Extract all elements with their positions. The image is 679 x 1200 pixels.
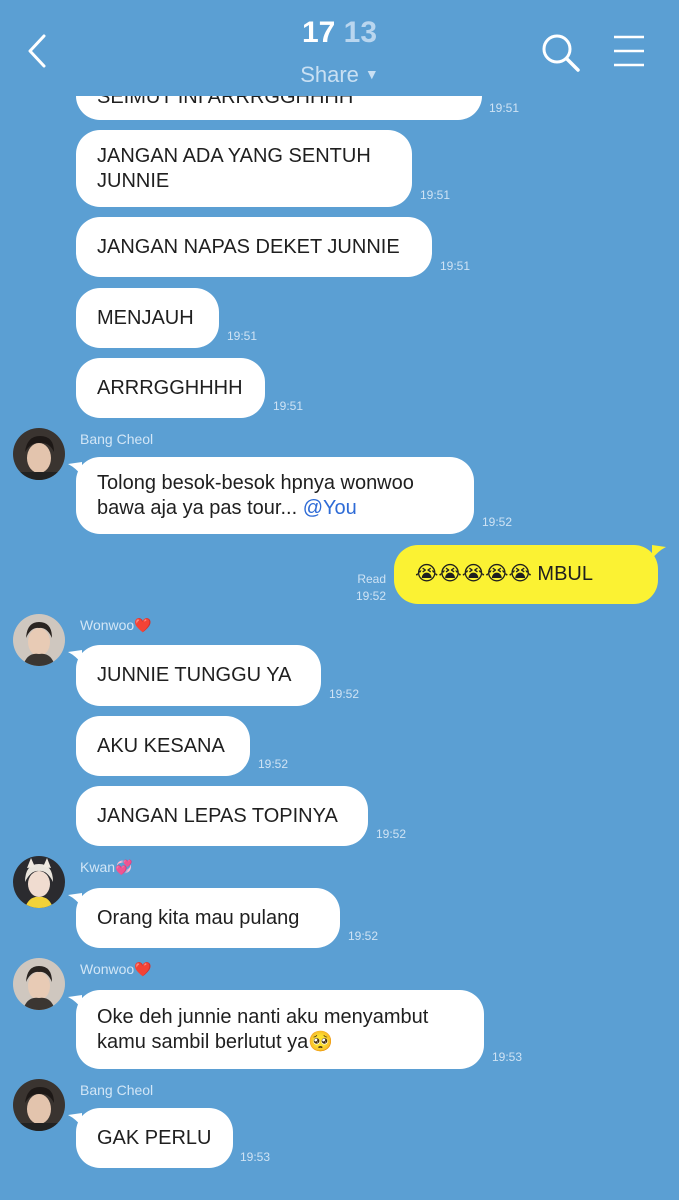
message-time: 19:52 [482, 515, 513, 529]
message-text: 😭😭😭😭😭 MBUL [415, 563, 593, 585]
message-bubble[interactable]: JUNNIE TUNGGU YA [76, 645, 321, 706]
search-icon [542, 34, 580, 72]
sender-name: Kwan💞 [80, 859, 133, 875]
sender-name: Wonwoo❤️ [80, 617, 152, 633]
message-text: JANGAN LEPAS TOPINYA [97, 804, 338, 827]
message-time: 19:53 [492, 1050, 523, 1064]
sender-name: Bang Cheol [80, 1082, 154, 1098]
message-time: 19:51 [489, 101, 520, 115]
message-bubble[interactable]: AKU KESANA [76, 716, 250, 776]
sender-name: Bang Cheol [80, 431, 154, 447]
hamburger-menu-icon [614, 35, 644, 67]
mention-link[interactable]: @You [303, 497, 357, 519]
message-text: Oke deh junnie nanti aku menyambut kamu … [97, 1005, 429, 1053]
message-time: 19:52 [258, 757, 289, 771]
title-hour: 17 [301, 16, 336, 49]
message-bubble[interactable]: Tolong besok-besok hpnya wonwoo bawa aja… [76, 457, 474, 534]
message-time: 19:51 [273, 399, 304, 413]
message-bubble[interactable]: JANGAN ADA YANG SENTUH JUNNIE [76, 130, 412, 207]
message-time: 19:51 [440, 259, 471, 273]
menu-button[interactable] [612, 34, 646, 68]
avatar-wonwoo[interactable] [13, 614, 65, 666]
message-text: JANGAN ADA YANG SENTUH JUNNIE [97, 144, 371, 192]
message-text: GAK PERLU [97, 1126, 212, 1149]
message-text: Tolong besok-besok hpnya wonwoo bawa aja… [97, 471, 414, 521]
caret-down-icon: ▼ [364, 66, 379, 82]
message-time: 19:52 [348, 929, 379, 943]
message-text: JUNNIE TUNGGU YA [97, 664, 292, 686]
share-label: Share [300, 62, 359, 87]
message-time: 19:52 [355, 589, 386, 603]
message-text: Orang kita mau pulang [97, 906, 300, 929]
my-message-bubble[interactable]: 😭😭😭😭😭 MBUL [394, 545, 658, 604]
message-bubble[interactable]: JANGAN LEPAS TOPINYA [76, 786, 368, 846]
title-minute: 13 [343, 16, 378, 49]
message-time: 19:52 [329, 687, 360, 701]
message-text: AKU KESANA [97, 734, 225, 757]
sender-name: Wonwoo❤️ [80, 961, 152, 977]
read-receipt: Read [357, 572, 386, 586]
message-text: MENJAUH [97, 306, 194, 329]
message-bubble[interactable]: GAK PERLU [76, 1108, 233, 1168]
message-text-body: Tolong besok-besok hpnya wonwoo bawa aja… [97, 471, 414, 519]
avatar-bang-cheol[interactable] [13, 428, 65, 480]
message-bubble[interactable]: ARRRGGHHHH [76, 358, 265, 418]
message-time: 19:53 [240, 1150, 271, 1164]
message-time: 19:51 [420, 188, 451, 202]
message-bubble[interactable]: Orang kita mau pulang [76, 888, 340, 948]
avatar-wonwoo[interactable] [13, 958, 65, 1010]
bubble-tail [652, 545, 666, 559]
avatar-kwan[interactable] [13, 856, 65, 908]
message-time: 19:52 [376, 827, 407, 841]
chat-header: 17 13 Share ▼ [0, 0, 679, 96]
search-button[interactable] [540, 32, 582, 74]
message-bubble[interactable]: MENJAUH [76, 288, 219, 348]
chat-area: SEIMUT INI ARRRGGHHHH 19:51 JANGAN ADA Y… [0, 0, 679, 1200]
message-time: 19:51 [227, 329, 258, 343]
message-bubble[interactable]: Oke deh junnie nanti aku menyambut kamu … [76, 990, 484, 1069]
message-text: JANGAN NAPAS DEKET JUNNIE [97, 235, 400, 258]
message-text: ARRRGGHHHH [97, 376, 243, 399]
message-bubble[interactable]: JANGAN NAPAS DEKET JUNNIE [76, 217, 432, 277]
avatar-bang-cheol[interactable] [13, 1079, 65, 1131]
